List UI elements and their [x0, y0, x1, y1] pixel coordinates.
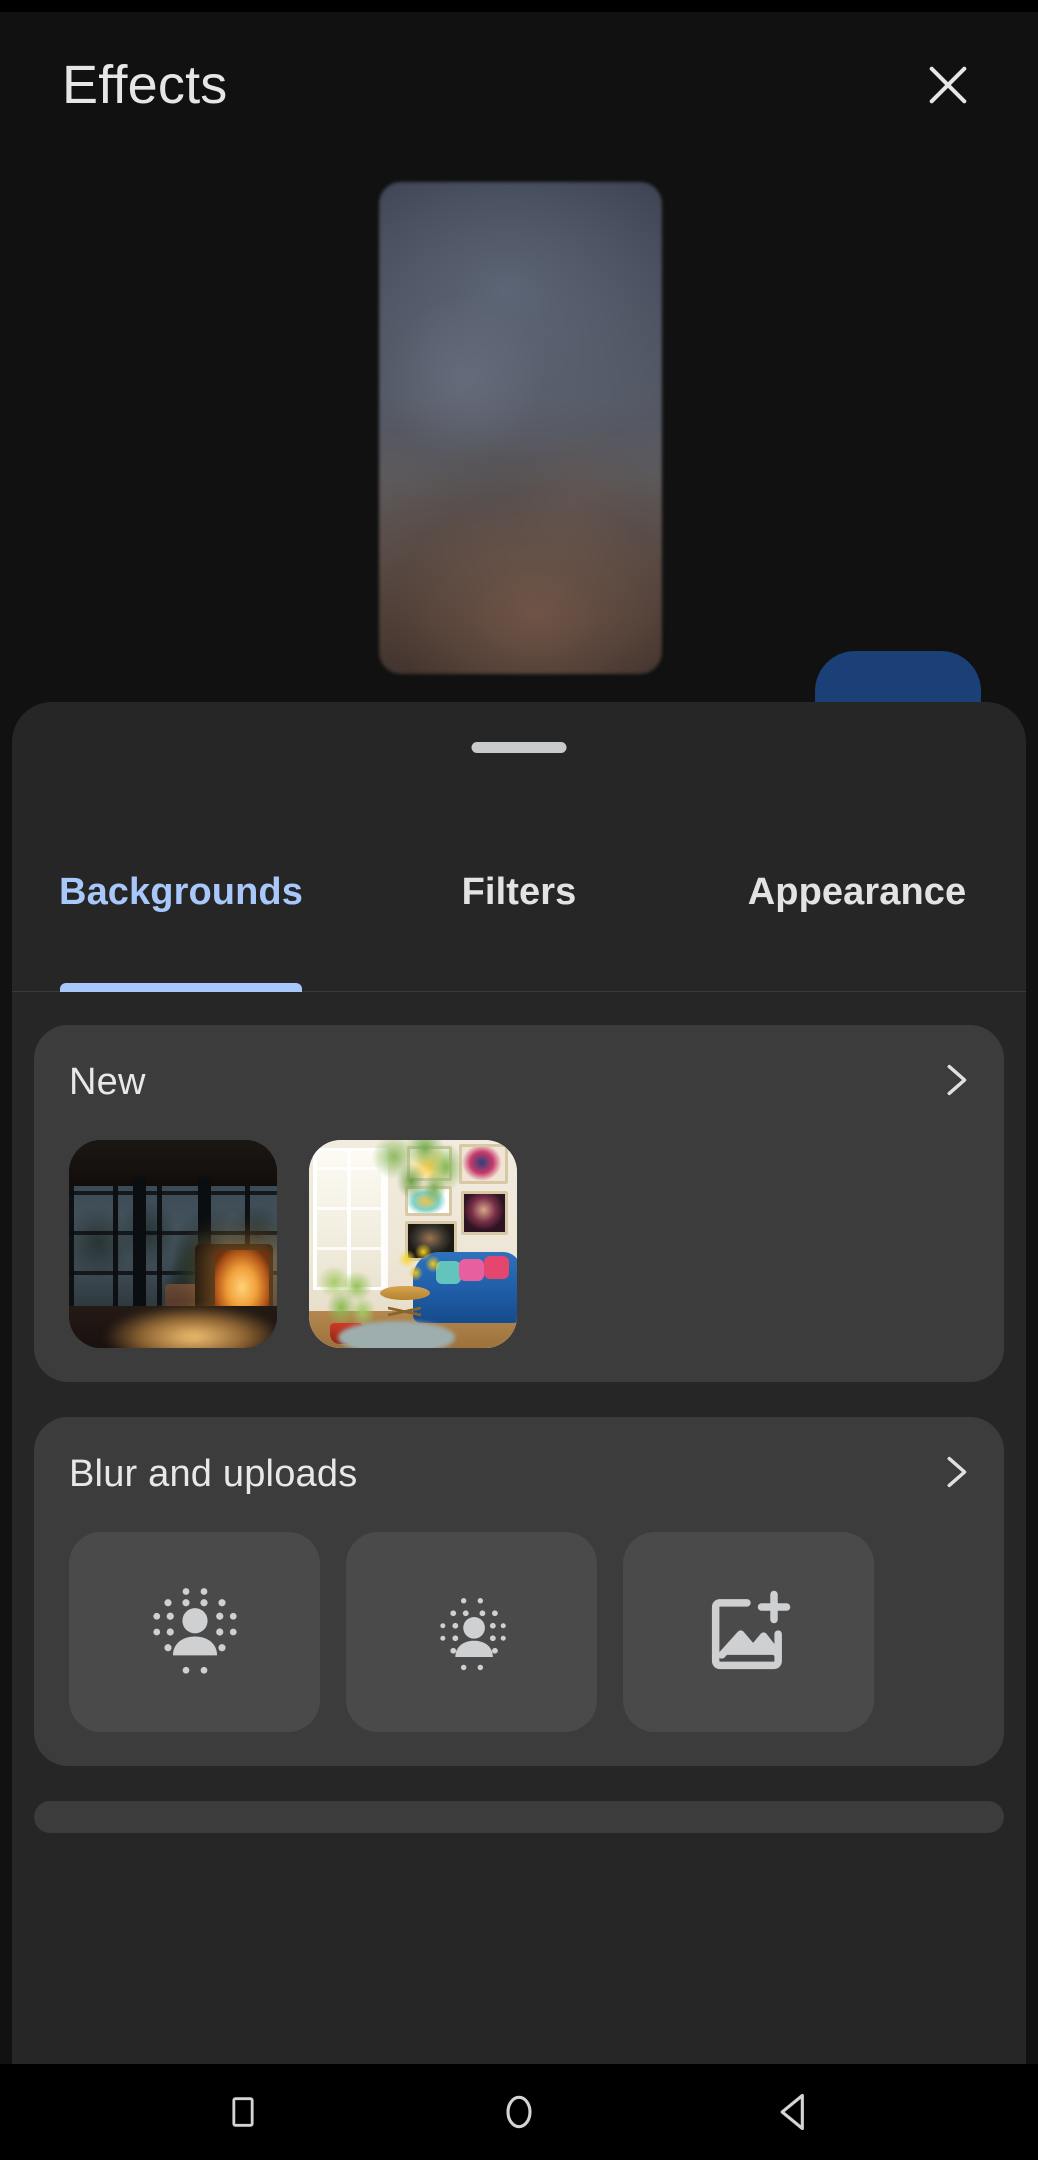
thumb-detail [392, 1244, 447, 1294]
thumb-detail [483, 1256, 509, 1280]
group-next-peek[interactable] [34, 1801, 1004, 1833]
back-button[interactable] [752, 2069, 838, 2155]
full-blur-option[interactable] [69, 1532, 320, 1732]
circle-icon [497, 2090, 541, 2134]
group-blur-and-uploads-title: Blur and uploads [69, 1453, 358, 1495]
effects-list[interactable]: New Blur and uploads [12, 992, 1026, 2064]
self-view-preview [379, 182, 662, 674]
tab-filters-label: Filters [461, 871, 577, 913]
effects-bottom-sheet: Backgrounds Filters Appearance New Blur … [12, 702, 1026, 2064]
page-title: Effects [62, 54, 228, 115]
thumb-detail [98, 1302, 277, 1348]
tab-appearance[interactable]: Appearance [688, 857, 1026, 992]
group-blur-and-uploads: Blur and uploads [34, 1417, 1004, 1766]
thumb-detail [371, 1140, 468, 1222]
slight-blur-option[interactable] [346, 1532, 597, 1732]
android-navigation-bar [0, 2064, 1038, 2160]
tab-backgrounds-label: Backgrounds [59, 871, 303, 913]
chevron-right-icon[interactable] [932, 1449, 978, 1500]
close-button[interactable] [906, 43, 990, 127]
self-view-preview-area [0, 157, 1038, 817]
home-button[interactable] [476, 2069, 562, 2155]
background-thumb-dark-cabin[interactable] [69, 1140, 277, 1348]
recents-button[interactable] [200, 2069, 286, 2155]
group-new-thumbnails [34, 1140, 1004, 1348]
blur-strong-icon [141, 1578, 249, 1686]
thumb-detail [133, 1177, 147, 1319]
close-icon [920, 57, 976, 113]
group-blur-and-uploads-header[interactable]: Blur and uploads [34, 1417, 1004, 1532]
thumb-detail [458, 1258, 484, 1282]
upload-image-option[interactable] [623, 1532, 874, 1732]
group-new: New [34, 1025, 1004, 1382]
tab-appearance-label: Appearance [747, 871, 967, 913]
blur-light-icon [422, 1582, 522, 1682]
status-bar [0, 0, 1038, 12]
active-tab-indicator [60, 983, 302, 992]
effects-screen: Effects Backgrounds Filters Appearance N… [0, 0, 1038, 2160]
add-photo-icon [699, 1582, 799, 1682]
background-thumb-bright-living-room[interactable] [309, 1140, 517, 1348]
group-new-header[interactable]: New [34, 1025, 1004, 1140]
tab-backgrounds[interactable]: Backgrounds [12, 857, 350, 992]
sheet-drag-handle[interactable] [471, 742, 567, 753]
thumb-detail [338, 1320, 455, 1348]
square-icon [223, 2092, 263, 2132]
group-blur-and-uploads-options [34, 1532, 1004, 1732]
triangle-left-icon [773, 2090, 817, 2134]
tab-filters[interactable]: Filters [350, 857, 688, 992]
header-bar: Effects [0, 12, 1038, 157]
group-new-title: New [69, 1061, 146, 1103]
chevron-right-icon[interactable] [932, 1057, 978, 1108]
effects-tabs: Backgrounds Filters Appearance [12, 857, 1026, 992]
